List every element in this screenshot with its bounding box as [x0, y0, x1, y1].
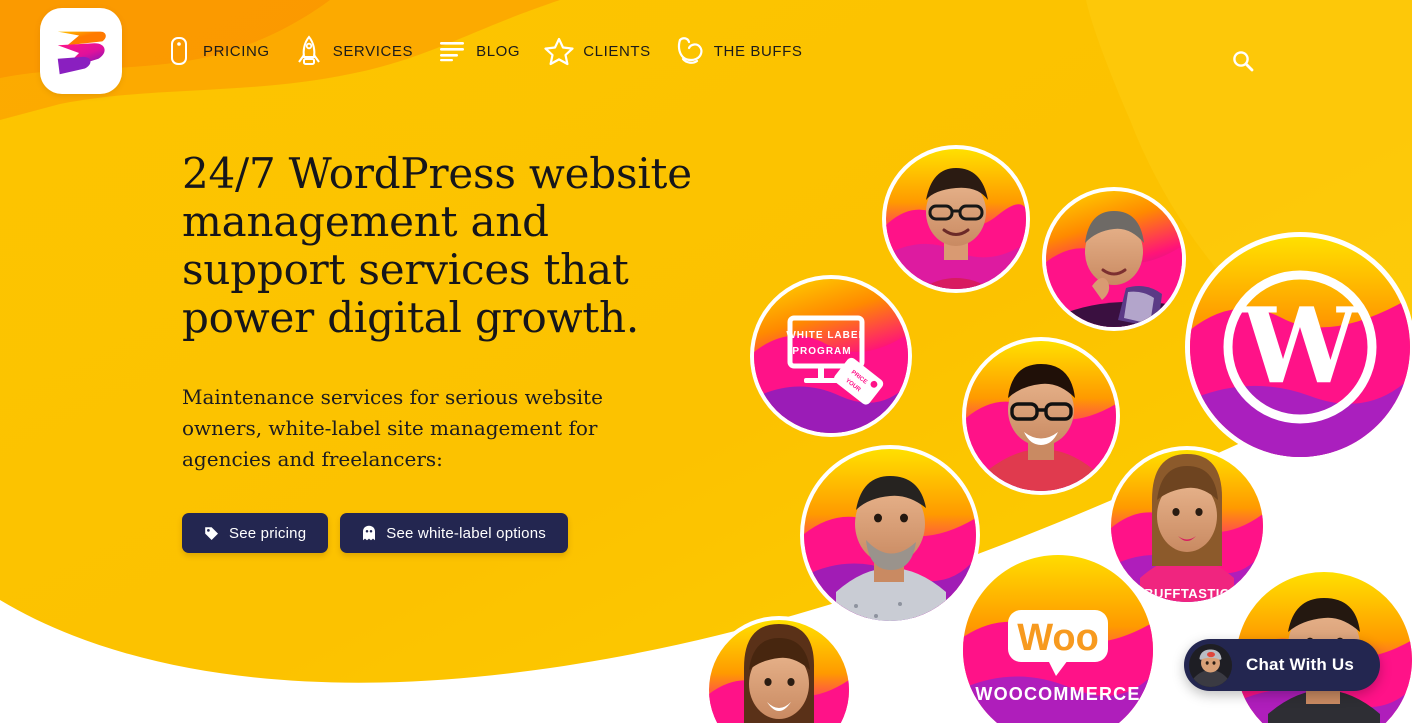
see-white-label-options-button[interactable]: See white-label options	[340, 513, 568, 553]
logo-mark	[57, 31, 106, 75]
rocket-icon	[294, 34, 324, 68]
woocommerce-caption: WOOCOMMERCE	[975, 684, 1140, 704]
nav-item-pricing[interactable]: PRICING	[152, 0, 282, 102]
collage-portrait-6	[705, 616, 853, 723]
hero-section: 24/7 WordPress website management and su…	[182, 150, 722, 553]
woocommerce-mark: Woo	[1017, 617, 1099, 659]
collage-portrait-2	[1042, 187, 1186, 331]
collage-portrait-5: BUFFTASTIC	[1107, 446, 1267, 606]
collage-portrait-4	[800, 445, 980, 625]
collage-portrait-3	[962, 337, 1120, 495]
bufftastic-shirt-text: BUFFTASTIC	[1144, 586, 1230, 601]
nav-label-blog: BLOG	[476, 42, 521, 60]
nav-label-pricing: PRICING	[203, 42, 270, 60]
nav-label-the-buffs: THE BUFFS	[713, 42, 803, 60]
buffs-logo[interactable]	[40, 8, 122, 94]
nav-label-services: SERVICES	[332, 42, 414, 60]
hero-cta-row: See pricing See white-label options	[182, 513, 722, 553]
nav-item-clients[interactable]: CLIENTS	[532, 0, 663, 102]
see-white-label-options-label: See white-label options	[386, 524, 546, 542]
bicep-icon	[675, 34, 705, 68]
see-pricing-button[interactable]: See pricing	[182, 513, 329, 553]
svg-text:YOUR: YOUR	[844, 378, 862, 394]
lines-icon	[437, 34, 467, 68]
nav-item-services[interactable]: SERVICES	[282, 0, 425, 102]
nav-item-the-buffs[interactable]: THE BUFFS	[663, 0, 815, 102]
hero-subheading: Maintenance services for serious website…	[182, 385, 603, 471]
nav-label-clients: CLIENTS	[583, 42, 651, 60]
svg-text:PRICE: PRICE	[850, 370, 868, 386]
main-navigation: PRICING SERVICES BLOG CLIENTS THE BUFFS	[152, 0, 815, 102]
white-label-line1: WHITE LABEL	[786, 330, 865, 341]
ghost-icon	[362, 525, 376, 541]
svg-text:W: W	[1241, 284, 1361, 407]
price-tag-icon	[164, 34, 194, 68]
support-agent-avatar	[1189, 643, 1232, 687]
tag-icon	[204, 526, 219, 541]
collage-woocommerce: Woo WOOCOMMERCE	[959, 551, 1157, 723]
collage-white-label-card: WHITE LABEL PROGRAM PRICE YOUR	[750, 275, 912, 437]
search-icon[interactable]	[1226, 44, 1260, 78]
page-root: W WHITE LABEL PROGRAM PRICE YOUR BUFFTAS…	[0, 0, 1412, 723]
wordpress-logo-mark: W	[1223, 270, 1377, 424]
page-title: 24/7 WordPress website management and su…	[182, 149, 692, 342]
collage-wordpress: W	[1185, 232, 1412, 462]
chat-with-us-label: Chat With Us	[1246, 655, 1355, 674]
star-icon	[544, 34, 574, 68]
white-label-line2: PROGRAM	[792, 346, 851, 357]
site-header: PRICING SERVICES BLOG CLIENTS THE BUFFS	[0, 0, 1412, 102]
collage-portrait-1	[882, 145, 1030, 293]
see-pricing-label: See pricing	[229, 524, 307, 542]
chat-with-us-widget[interactable]: Chat With Us	[1184, 639, 1381, 691]
nav-item-blog[interactable]: BLOG	[425, 0, 532, 102]
